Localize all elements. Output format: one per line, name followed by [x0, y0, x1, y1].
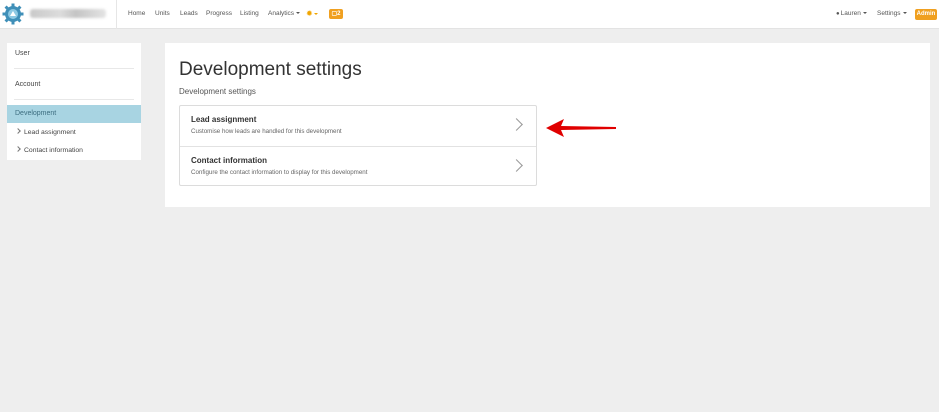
chevron-down-icon — [296, 12, 301, 15]
settings-list: Lead assignment Customise how leads are … — [179, 105, 537, 186]
sidebar-subitem-label: Contact information — [24, 147, 83, 154]
nav-progress[interactable]: Progress — [206, 10, 232, 17]
nav-analytics-dropdown[interactable]: Analytics — [268, 10, 301, 17]
page-subtitle: Development settings — [179, 87, 256, 96]
chevron-down-icon — [902, 12, 907, 15]
notification-count: 2 — [337, 11, 341, 17]
nav-leads[interactable]: Leads — [180, 10, 198, 17]
user-menu-label: Lauren — [840, 10, 861, 17]
list-item-contact-information[interactable]: Contact information Configure the contac… — [180, 146, 536, 186]
list-item-description: Customise how leads are handled for this… — [191, 128, 342, 135]
nav-home[interactable]: Home — [128, 10, 145, 17]
user-menu-dropdown[interactable]: ●Lauren — [836, 10, 867, 17]
sidebar-item-account[interactable]: Account — [15, 81, 149, 88]
sidebar-divider — [14, 99, 134, 100]
sidebar-subitem-lead-assignment[interactable]: Lead assignment — [15, 128, 76, 136]
chevron-down-icon — [862, 12, 867, 15]
sidebar-item-development-label: Development — [15, 110, 57, 117]
sidebar-item-development[interactable]: Development — [7, 105, 141, 123]
chevron-right-icon — [15, 146, 21, 152]
notification-badge[interactable]: ▢2 — [329, 9, 343, 19]
chevron-right-icon — [510, 118, 523, 131]
sidebar-divider — [14, 68, 134, 69]
logo-gear-icon[interactable] — [2, 3, 24, 25]
list-item-title: Contact information — [191, 156, 267, 165]
navbar-divider — [116, 0, 117, 29]
settings-menu-dropdown[interactable]: Settings — [877, 10, 907, 17]
nav-units[interactable]: Units — [155, 10, 170, 17]
nav-analytics-label: Analytics — [268, 10, 295, 17]
settings-menu-label: Settings — [877, 10, 901, 17]
page-title: Development settings — [179, 59, 362, 80]
chevron-right-icon — [15, 128, 21, 134]
sidebar-subitem-contact-information[interactable]: Contact information — [15, 146, 83, 154]
chevron-right-icon — [510, 159, 523, 172]
settings-sidebar: User Account Development Lead assignment… — [7, 43, 141, 160]
admin-badge[interactable]: Admin — [915, 9, 937, 20]
gear-icon[interactable]: ✹ — [306, 9, 313, 18]
top-navbar: Home Units Leads Progress Listing Analyt… — [0, 0, 939, 29]
list-item-title: Lead assignment — [191, 115, 257, 124]
brand-name-blurred[interactable] — [30, 9, 106, 18]
list-item-lead-assignment[interactable]: Lead assignment Customise how leads are … — [180, 106, 536, 146]
sidebar-item-user[interactable]: User — [15, 50, 149, 57]
list-item-description: Configure the contact information to dis… — [191, 169, 368, 176]
red-arrow-annotation-icon — [546, 119, 616, 137]
nav-listing[interactable]: Listing — [240, 10, 259, 17]
user-icon: ● — [836, 11, 840, 17]
sidebar-subitem-label: Lead assignment — [24, 129, 76, 136]
chevron-down-icon[interactable] — [314, 13, 318, 15]
